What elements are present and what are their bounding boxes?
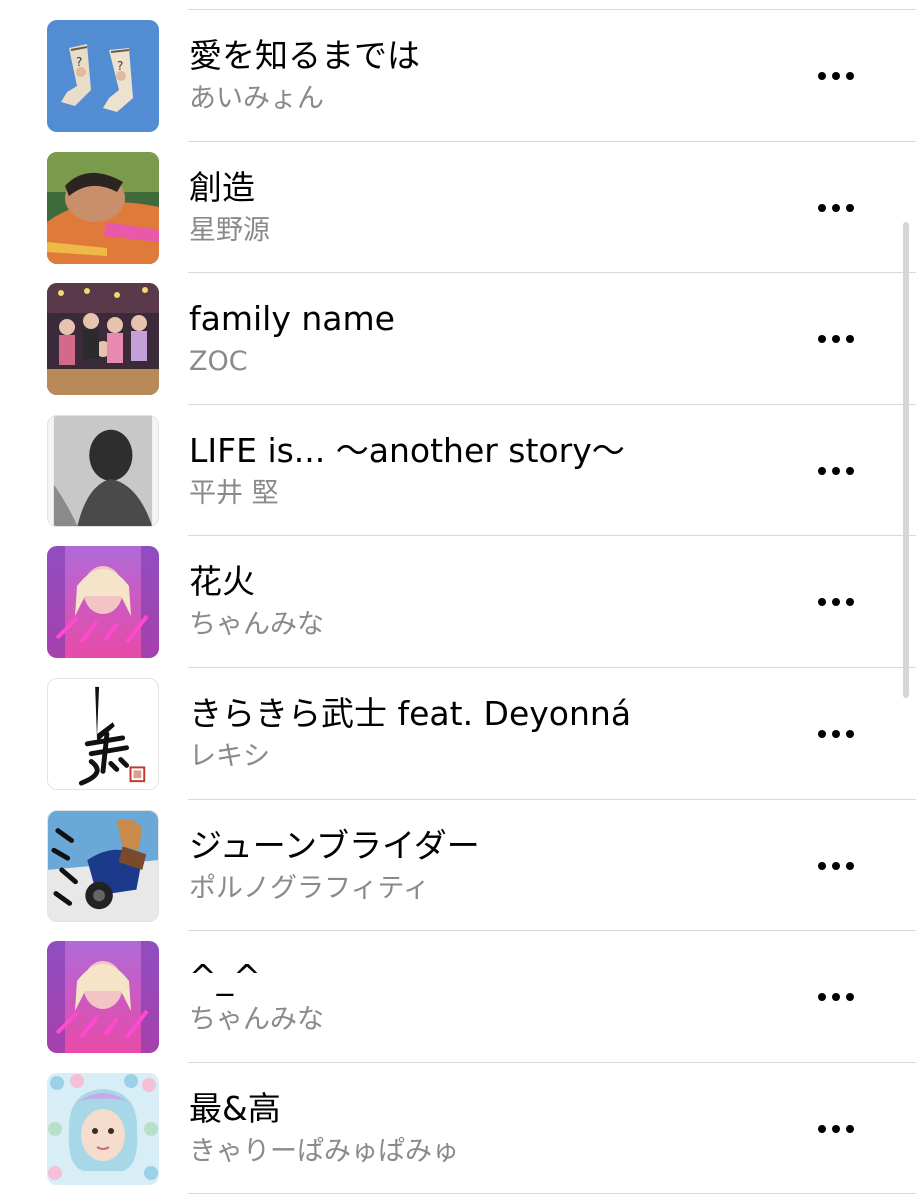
neon-artwork-icon xyxy=(47,546,159,659)
ellipsis-icon xyxy=(818,72,854,80)
portrait-artwork-icon xyxy=(47,151,159,264)
ellipsis-icon xyxy=(818,993,854,1002)
song-artist: ちゃんみな xyxy=(189,1004,324,1036)
album-artwork xyxy=(47,677,159,790)
socks-artwork-icon: ? ? xyxy=(47,20,159,132)
song-row[interactable]: きらきら武士 feat. Deyonná レキシ xyxy=(0,668,916,800)
more-options-button[interactable] xyxy=(810,60,862,92)
song-artist: 星野源 xyxy=(189,214,270,246)
song-row[interactable]: ? ? 愛を知るまでは あいみょん xyxy=(0,10,916,142)
ellipsis-icon xyxy=(818,1124,854,1133)
album-artwork xyxy=(47,414,159,527)
song-artist: ZOC xyxy=(189,346,248,378)
pastel-portrait-artwork-icon xyxy=(47,1072,159,1185)
song-title: LIFE is... ～another story～ xyxy=(189,430,625,470)
song-title: ^_^ xyxy=(189,957,261,997)
ellipsis-icon xyxy=(818,729,854,738)
bw-portrait-artwork-icon xyxy=(48,415,158,526)
ellipsis-icon xyxy=(818,861,854,870)
svg-text:?: ? xyxy=(76,55,82,69)
song-title: きらきら武士 feat. Deyonná xyxy=(189,693,632,733)
album-artwork: ? ? xyxy=(47,20,159,132)
album-artwork xyxy=(47,283,159,396)
ellipsis-icon xyxy=(818,466,854,475)
song-artist: ちゃんみな xyxy=(189,609,324,641)
song-row[interactable]: 花火 ちゃんみな xyxy=(0,536,916,668)
song-title: 最&高 xyxy=(189,1088,281,1128)
album-artwork xyxy=(47,1072,159,1185)
more-options-button[interactable] xyxy=(810,718,862,750)
song-title: 愛を知るまでは xyxy=(189,36,420,75)
more-options-button[interactable] xyxy=(810,323,862,355)
song-row[interactable]: 創造 星野源 xyxy=(0,142,916,274)
song-title: family name xyxy=(189,299,395,339)
more-options-button[interactable] xyxy=(810,455,862,487)
song-list: ? ? 愛を知るまでは あいみょん 創造 星野源 family name ZOC… xyxy=(0,10,916,1194)
song-row[interactable]: ^_^ ちゃんみな xyxy=(0,931,916,1063)
album-artwork xyxy=(47,546,159,659)
album-artwork xyxy=(47,151,159,264)
song-artist: レキシ xyxy=(189,740,270,772)
svg-text:?: ? xyxy=(117,59,123,73)
group-artwork-icon xyxy=(47,283,159,396)
song-title: ジューンブライダー xyxy=(189,825,480,865)
song-row[interactable]: family name ZOC xyxy=(0,273,916,405)
song-title: 創造 xyxy=(189,167,255,207)
song-title: 花火 xyxy=(189,562,255,602)
more-options-button[interactable] xyxy=(810,850,862,882)
album-artwork xyxy=(47,809,159,922)
more-options-button[interactable] xyxy=(810,981,862,1013)
song-artist: あいみょん xyxy=(189,83,324,114)
calligraphy-artwork-icon xyxy=(48,678,158,789)
scrollbar[interactable] xyxy=(903,222,909,698)
more-options-button[interactable] xyxy=(810,1113,862,1145)
song-row[interactable]: 最&高 きゃりーぱみゅぱみゅ xyxy=(0,1063,916,1195)
song-artist: 平井 堅 xyxy=(189,477,279,509)
album-artwork xyxy=(47,941,159,1054)
more-options-button[interactable] xyxy=(810,586,862,618)
motorcycle-artwork-icon xyxy=(48,810,158,921)
ellipsis-icon xyxy=(818,335,854,344)
neon-artwork-icon xyxy=(47,941,159,1054)
song-row[interactable]: ジューンブライダー ポルノグラフィティ xyxy=(0,800,916,932)
ellipsis-icon xyxy=(818,203,854,212)
ellipsis-icon xyxy=(818,598,854,607)
song-artist: きゃりーぱみゅぱみゅ xyxy=(189,1135,459,1167)
more-options-button[interactable] xyxy=(810,192,862,224)
song-artist: ポルノグラフィティ xyxy=(189,872,430,904)
song-row[interactable]: LIFE is... ～another story～ 平井 堅 xyxy=(0,405,916,537)
